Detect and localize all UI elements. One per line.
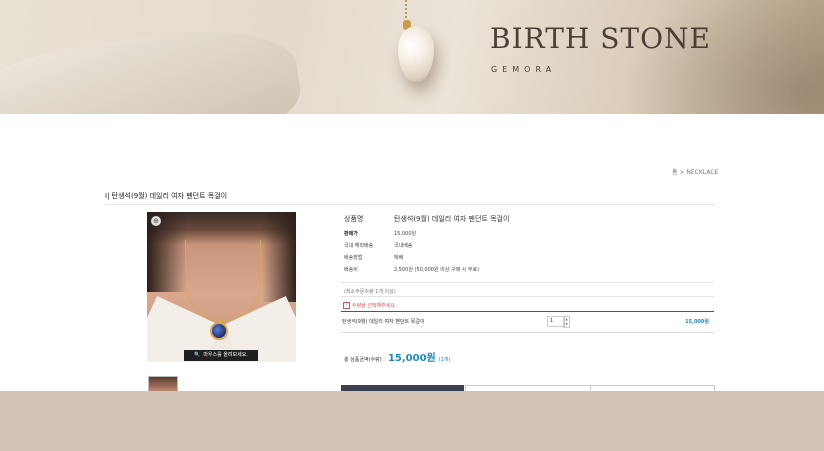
necklace-chain (185, 240, 261, 321)
min-order-divider (341, 296, 714, 297)
product-main-image[interactable] (147, 212, 296, 362)
info-label: 배송방법 (344, 255, 363, 261)
checkbox-icon: ! (343, 302, 350, 309)
product-name: 탄생석(9월) 데일리 여자 펜던트 목걸이 (394, 215, 510, 223)
fabric-shadow (0, 16, 307, 114)
info-label: 판매가 (344, 231, 358, 237)
info-label: 배송비 (344, 267, 358, 273)
selected-option-row: 탄생석(9월) 데일리 여자 펜던트 목걸이 1 ▲ ▼ 15,000원 (341, 311, 714, 333)
pendant-chain (405, 0, 413, 22)
product-heading-text: 탄생석(9월) 데일리 여자 펜던트 목걸이 (111, 192, 228, 200)
heading-marker: I| (105, 192, 110, 200)
pearl-pendant-image (398, 26, 434, 82)
info-divider (341, 282, 714, 283)
breadcrumb-category[interactable]: NECKLACE (686, 169, 718, 176)
hero-banner: BIRTH STONE GEMORA (0, 0, 824, 114)
breadcrumb: 홈 > NECKLACE (672, 167, 718, 176)
info-value: 2,500원 (50,000원 이상 구매 시 무료) (394, 267, 480, 273)
heading-divider (105, 204, 715, 205)
option-notice-text: 수량을 선택해주세요. (352, 303, 397, 309)
selected-option-price: 15,000원 (685, 319, 709, 325)
quantity-stepper[interactable]: ▲ ▼ (563, 316, 570, 328)
hero-subtitle: GEMORA (491, 65, 557, 74)
birthstone-pendant (210, 322, 228, 340)
corner-shadow (624, 0, 824, 114)
product-heading: I| 탄생석(9월) 데일리 여자 펜던트 목걸이 (105, 191, 227, 201)
zoom-hint-bar: 🔍 마우스를 올려보세요. (184, 350, 258, 361)
info-value: 15,000원 (394, 231, 417, 237)
zoom-hint-text: 마우스를 올려보세요. (203, 352, 248, 358)
min-order-note: (최소주문수량 1개 이상) (344, 289, 396, 295)
info-value: 국내배송 (394, 243, 413, 249)
product-name-label: 상품명 (344, 215, 364, 223)
total-label: 총 상품금액(수량) : (344, 357, 385, 363)
breadcrumb-separator: > (679, 169, 685, 176)
total-amount: 15,000원 (387, 353, 436, 364)
magnifier-icon: 🔍 (194, 352, 201, 358)
total-price: 총 상품금액(수량) : 15,000원 (1개) (344, 349, 450, 364)
footer-band (0, 391, 824, 451)
selected-option-name: 탄생석(9월) 데일리 여자 펜던트 목걸이 (342, 319, 425, 325)
hero-title: BIRTH STONE (490, 22, 711, 55)
info-label: 국내·해외배송 (344, 243, 374, 249)
option-notice: ! 수량을 선택해주세요. (343, 302, 397, 309)
info-value: 택배 (394, 255, 404, 261)
breadcrumb-home[interactable]: 홈 (672, 169, 678, 176)
zoom-in-icon[interactable]: ⊕ (151, 216, 161, 226)
total-count: (1개) (438, 357, 451, 363)
